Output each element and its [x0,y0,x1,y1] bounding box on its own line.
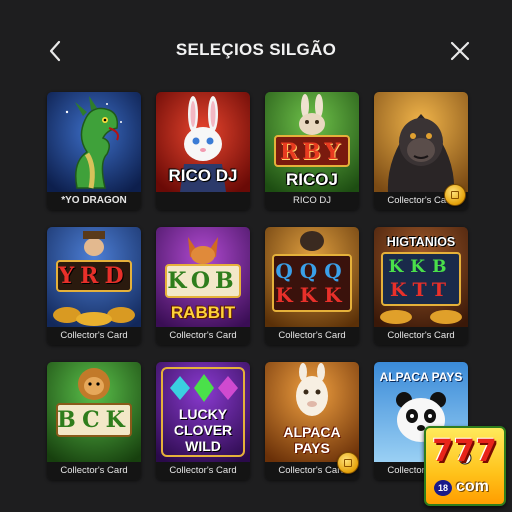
art-title-line2: CLOVER [173,422,233,438]
art-title-line1: ALPACA [283,424,341,440]
gems-art: LUCKY CLOVER WILD [156,362,250,462]
top-bar: SELEÇIOS SILGÃO [0,0,512,100]
game-card-yo-dragon[interactable]: *YO DRAGON [47,92,141,210]
card-caption [156,192,250,210]
rabbit-slot-art: RBY RICOJ [265,92,359,192]
reel-row-bottom: KKK [275,283,349,307]
rabbit-art: RICO DJ [156,92,250,192]
game-card-qqq[interactable]: QQQ KKK Collector's Card [265,227,359,345]
alpaca-art: ALPACA PAYS [265,362,359,462]
card-caption: Collector's Card [156,327,250,345]
art-title: RICO DJ [168,166,238,185]
card-caption: *YO DRAGON [47,192,141,210]
reel-letters: BCK [57,407,131,433]
coin-badge-icon [337,452,359,474]
art-title: ALPACA PAYS [379,370,463,384]
logo-main: 777 [432,434,498,469]
reel-row-top: KKB [388,257,454,277]
art-title-line3: WILD [185,438,221,454]
game-card-rabbit[interactable]: KOB RABBIT Collector's Card [156,227,250,345]
leprechaun-slot-art: YRD [47,227,141,327]
art-title: RABBIT [170,303,236,322]
game-card-higtanios[interactable]: HIGTANIOS KKB KTT Collector's Card [374,227,468,345]
game-card-rico-dj[interactable]: RICO DJ [156,92,250,210]
game-card-alpaca-pays[interactable]: ALPACA PAYS Collector's Card [265,362,359,480]
art-title: RICOJ [286,170,338,189]
reel-letters: KOB [167,268,239,294]
reel-row-top: QQQ [275,259,349,283]
art-title: HIGTANIOS [386,235,456,249]
game-card-yrd[interactable]: YRD Collector's Card [47,227,141,345]
card-caption: Collector's Card [47,462,141,480]
treasure-slot-art: HIGTANIOS KKB KTT [374,227,468,327]
card-caption: RICO DJ [265,192,359,210]
game-card-rico-dj-2[interactable]: RBY RICOJ RICO DJ [265,92,359,210]
card-caption: Collector's Card [47,327,141,345]
fox-slot-art: KOB RABBIT [156,227,250,327]
lion-slot-art: BCK [47,362,141,462]
logo-sub: 18 [434,480,452,496]
art-title-line1: LUCKY [178,406,228,422]
logo-domain: com [456,478,489,495]
close-button[interactable] [448,38,472,64]
site-logo: 777 18 com [424,426,506,506]
card-caption: Collector's Card [374,327,468,345]
game-card-lucky-clover-wild[interactable]: LUCKY CLOVER WILD Collector's Card [156,362,250,480]
reel-row-bottom: KTT [389,279,453,301]
card-caption: Collector's Card [156,462,250,480]
reel-letters: YRD [58,263,130,289]
coin-badge-icon [444,184,466,206]
close-icon [450,41,470,61]
gorilla-art [374,92,468,192]
game-card-bck[interactable]: BCK Collector's Card [47,362,141,480]
card-caption: Collector's Card [265,327,359,345]
reel-letters: RBY [279,139,345,165]
game-card-gorilla[interactable]: Collector's Card [374,92,468,210]
page-title: SELEÇIOS SILGÃO [175,40,337,59]
ape-slot-art: QQQ KKK [265,227,359,327]
dragon-art [47,92,141,192]
